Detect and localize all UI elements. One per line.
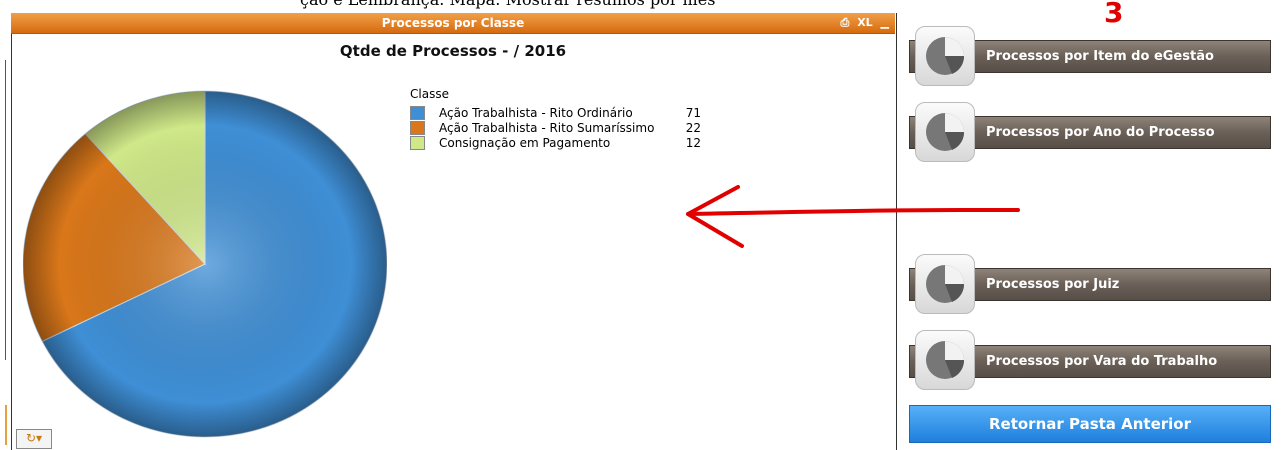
chart-legend: Classe Ação Trabalhista - Rito Ordinário… xyxy=(410,87,701,150)
header-icons: ⎙ XL ▁ xyxy=(837,16,889,30)
panel-title: Processos por Classe xyxy=(381,16,525,30)
panel-header: Processos por Classe ⎙ XL ▁ xyxy=(11,13,895,34)
pie-chart-icon[interactable] xyxy=(915,102,975,162)
legend-item: Consignação em Pagamento 12 xyxy=(410,135,701,150)
legend-value: 22 xyxy=(685,120,701,135)
pie-chart-icon[interactable] xyxy=(915,254,975,314)
cycle-chart-button[interactable]: ↻▾ xyxy=(16,429,52,449)
pie-chart xyxy=(23,90,387,438)
legend-label: Ação Trabalhista - Rito Sumaríssimo xyxy=(439,120,655,135)
button-label: Processos por Item do eGestão xyxy=(986,49,1214,64)
legend-swatch xyxy=(410,120,425,135)
button-label: Processos por Vara do Trabalho xyxy=(986,354,1218,369)
legend-value: 71 xyxy=(685,105,701,120)
excel-export-icon[interactable]: XL xyxy=(857,16,873,29)
minimize-icon[interactable]: ▁ xyxy=(881,16,889,29)
legend-label: Ação Trabalhista - Rito Ordinário xyxy=(439,105,633,120)
left-highlight-mark xyxy=(5,405,7,445)
legend-value: 12 xyxy=(685,135,701,150)
legend-title: Classe xyxy=(410,87,449,101)
top-text-fragment: çao e Lembrança. Mapa: Mostrar resumos p… xyxy=(0,0,900,12)
legend-label: Consignação em Pagamento xyxy=(439,135,611,150)
chart-title: Qtde de Processos - / 2016 xyxy=(339,42,567,60)
legend-item: Ação Trabalhista - Rito Ordinário 71 xyxy=(410,105,701,120)
pie-chart-icon[interactable] xyxy=(915,330,975,390)
return-previous-folder-button[interactable]: Retornar Pasta Anterior xyxy=(909,405,1271,443)
legend-swatch xyxy=(410,135,425,150)
step-number-badge: 3 xyxy=(1104,0,1124,29)
button-label: Processos por Juiz xyxy=(986,277,1120,292)
left-divider xyxy=(5,60,6,360)
pie-chart-icon[interactable] xyxy=(915,26,975,86)
legend-item: Ação Trabalhista - Rito Sumaríssimo 22 xyxy=(410,120,701,135)
cycle-icon: ↻▾ xyxy=(25,431,43,445)
legend-swatch xyxy=(410,105,425,120)
red-arrow-annotation xyxy=(686,185,1020,248)
button-label: Processos por Ano do Processo xyxy=(986,125,1215,140)
print-icon[interactable]: ⎙ xyxy=(841,16,850,29)
